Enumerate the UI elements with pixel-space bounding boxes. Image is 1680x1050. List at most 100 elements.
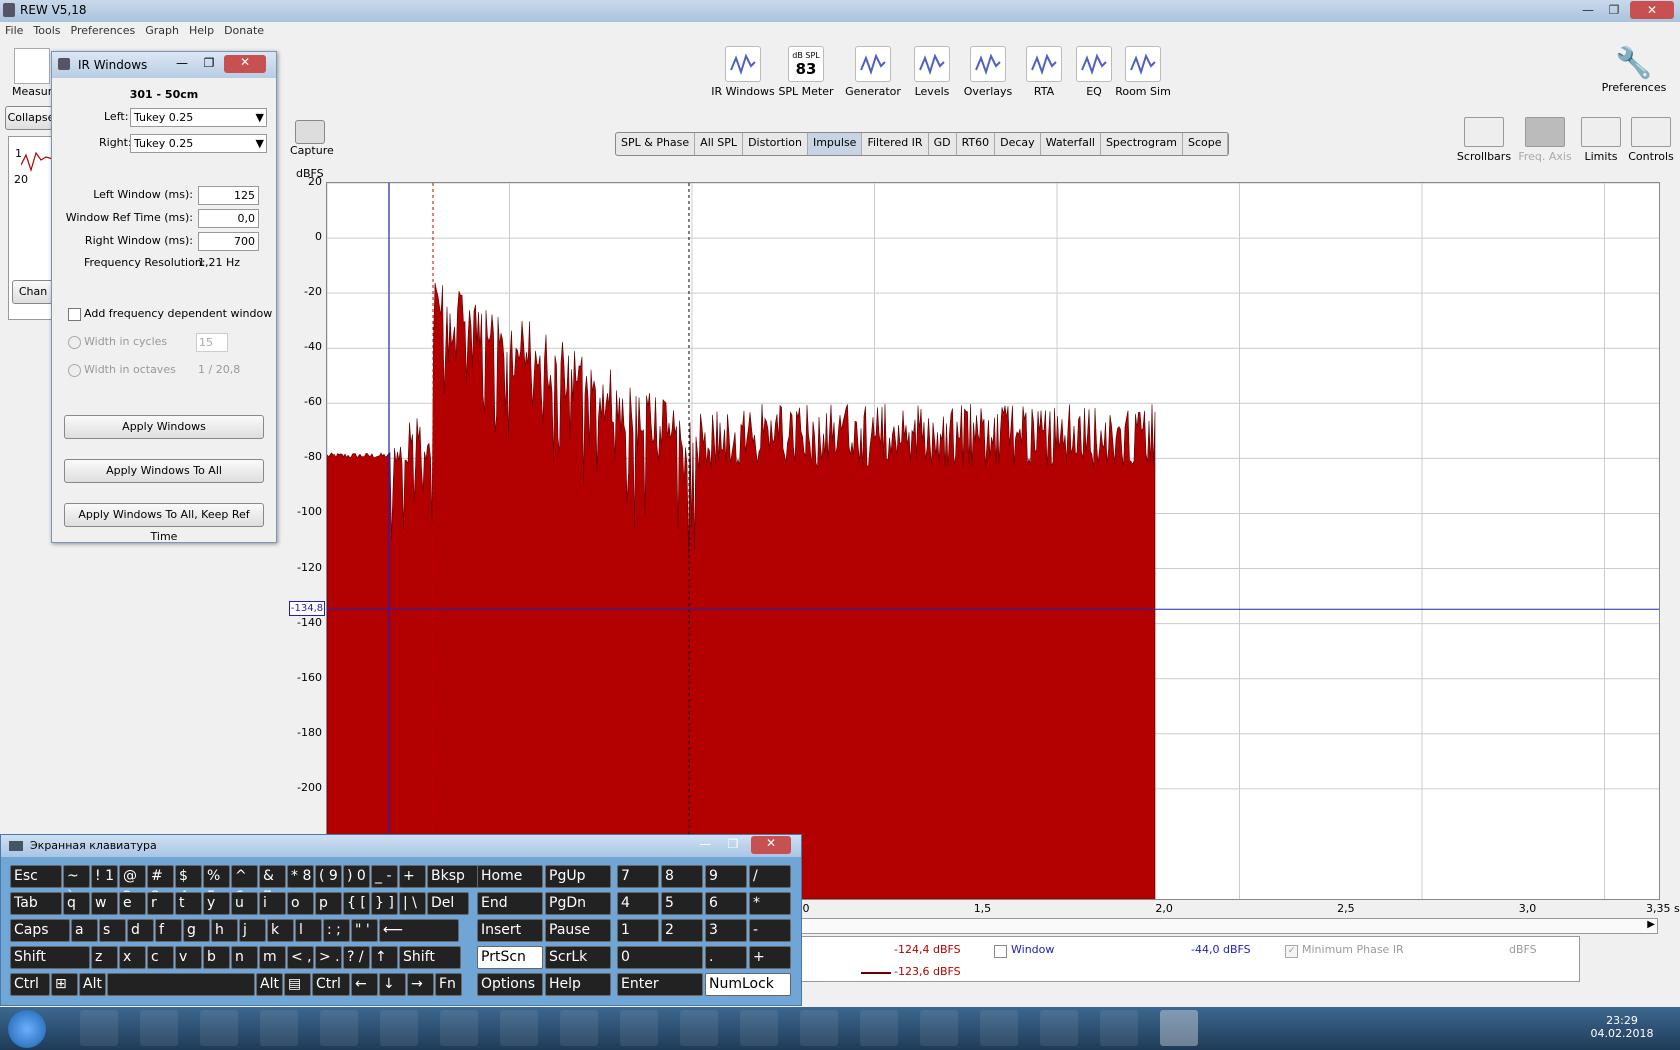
key-z[interactable]: z [91,946,118,969]
numpad-key-4[interactable]: 4 [617,892,659,915]
tool-room-sim[interactable]: Room Sim [1108,46,1178,98]
tab-spl-phase[interactable]: SPL & Phase [616,133,696,155]
key--4[interactable]: $ 4 [175,865,202,905]
key-v[interactable]: v [175,946,202,969]
key-f[interactable]: f [155,919,182,942]
freq-dep-checkbox[interactable] [68,308,81,321]
dialog-minimize-button[interactable]: — [170,56,194,72]
key-home[interactable]: Home [477,865,543,888]
numpad-key-6[interactable]: 6 [705,892,747,915]
key-shift[interactable]: Shift [10,946,90,969]
key-w[interactable]: w [91,892,118,915]
taskbar-word-icon[interactable] [140,1010,178,1046]
key--[interactable]: < , [287,946,314,969]
key-m[interactable]: m [259,946,286,969]
right-window-ms-input[interactable]: 700 [198,232,259,251]
taskbar-app11-icon[interactable] [680,1010,718,1046]
key-r[interactable]: r [147,892,174,915]
key-ctrl[interactable]: Ctrl [312,973,350,996]
tab-spectrogram[interactable]: Spectrogram [1101,133,1184,155]
left-window-ms-input[interactable]: 125 [198,186,259,205]
ref-time-input[interactable]: 0,0 [198,209,259,228]
numpad-key-3[interactable]: 3 [705,919,747,942]
key--1[interactable]: ! 1 [91,865,118,888]
key-j[interactable]: j [239,919,266,942]
key--[interactable]: " ' [351,919,378,942]
key--[interactable]: → [407,973,434,996]
key-fn[interactable]: Fn [435,973,462,996]
key-pause[interactable]: Pause [545,919,611,942]
minimize-button[interactable]: — [1575,1,1601,19]
numpad-key-7[interactable]: 7 [617,865,659,888]
change-button[interactable]: Chan [12,280,54,304]
key-t[interactable]: t [175,892,202,915]
keyboard-minimize-button[interactable]: — [693,837,717,851]
key--[interactable]: ⟵ [379,919,459,942]
key-options[interactable]: Options [477,973,543,996]
keyboard-close-button[interactable]: ✕ [751,836,791,854]
taskbar-yandex-icon[interactable] [800,1010,838,1046]
dialog-close-button[interactable]: ✕ [224,55,266,73]
key-g[interactable]: g [183,919,210,942]
numpad-key-numlock[interactable]: NumLock [705,973,791,996]
key-pgdn[interactable]: PgDn [545,892,611,915]
menu-donate[interactable]: Donate [219,22,269,39]
collapse-button[interactable]: Collapse [5,106,57,130]
numpad-key-2[interactable]: 2 [661,919,703,942]
key--3[interactable]: # 3 [147,865,174,905]
taskbar-app14-icon[interactable] [860,1010,898,1046]
key--[interactable]: > . [315,946,342,969]
key-end[interactable]: End [477,892,543,915]
key-p[interactable]: p [315,892,342,915]
dialog-maximize-button[interactable]: ❐ [197,56,221,72]
right-window-type-select[interactable]: Tukey 0.25 ▼ [130,134,267,153]
menu-file[interactable]: File [0,22,28,39]
key-q[interactable]: q [63,892,90,915]
numpad-key--[interactable]: * [749,892,791,915]
taskbar-app12-icon[interactable] [740,1010,778,1046]
key--[interactable]: ▤ [284,973,311,996]
taskbar-app18-icon[interactable] [1100,1010,1138,1046]
key--[interactable]: ~ ` [63,865,90,905]
menu-preferences[interactable]: Preferences [66,22,141,39]
key-l[interactable]: l [295,919,322,942]
key--[interactable]: ? / [343,946,370,969]
apply-windows-all-keep-button[interactable]: Apply Windows To All, Keep Ref Time [64,503,264,543]
key-b[interactable]: b [203,946,230,969]
tab-decay[interactable]: Decay [995,133,1041,155]
key-prtscn[interactable]: PrtScn [477,946,543,969]
width-cycles-input[interactable]: 15 [196,333,228,352]
key-scrlk[interactable]: ScrLk [545,946,611,969]
key--6[interactable]: ^ 6 [231,865,258,905]
key--2[interactable]: @ 2 [119,865,146,905]
tab-scope[interactable]: Scope [1183,133,1228,155]
key-alt[interactable]: Alt [79,973,106,996]
impulse-graph[interactable] [326,182,1660,900]
numpad-key-9[interactable]: 9 [705,865,747,888]
numpad-key-8[interactable]: 8 [661,865,703,888]
key-tab[interactable]: Tab [10,892,62,915]
key--[interactable]: ← [351,973,378,996]
taskbar-ie-icon[interactable] [80,1010,118,1046]
key--[interactable]: ↑ [371,946,398,969]
key--8[interactable]: * 8 [287,865,314,888]
tab-gd[interactable]: GD [929,133,957,155]
key--[interactable]: _ - [371,865,398,888]
key-c[interactable]: c [147,946,174,969]
tab-rt60[interactable]: RT60 [957,133,996,155]
tab-all-spl[interactable]: All SPL [695,133,744,155]
key--7[interactable]: & 7 [259,865,286,905]
start-button[interactable] [8,1010,46,1048]
taskbar-minecraft2-icon[interactable] [980,1010,1018,1046]
key--9[interactable]: ( 9 [315,865,342,888]
key-ctrl[interactable]: Ctrl [10,973,50,996]
key-shift[interactable]: Shift [399,946,461,969]
tool-spl-meter[interactable]: dB SPL 83 SPL Meter [771,46,841,98]
tool-scrollbars[interactable]: Scrollbars [1449,117,1519,163]
tab-filtered-ir[interactable]: Filtered IR [862,133,929,155]
measure-icon[interactable] [14,48,50,84]
maximize-button[interactable]: ❐ [1601,1,1627,19]
capture-tool[interactable]: Capture [290,120,334,157]
key-insert[interactable]: Insert [477,919,543,942]
taskbar-minecraft-icon[interactable] [920,1010,958,1046]
